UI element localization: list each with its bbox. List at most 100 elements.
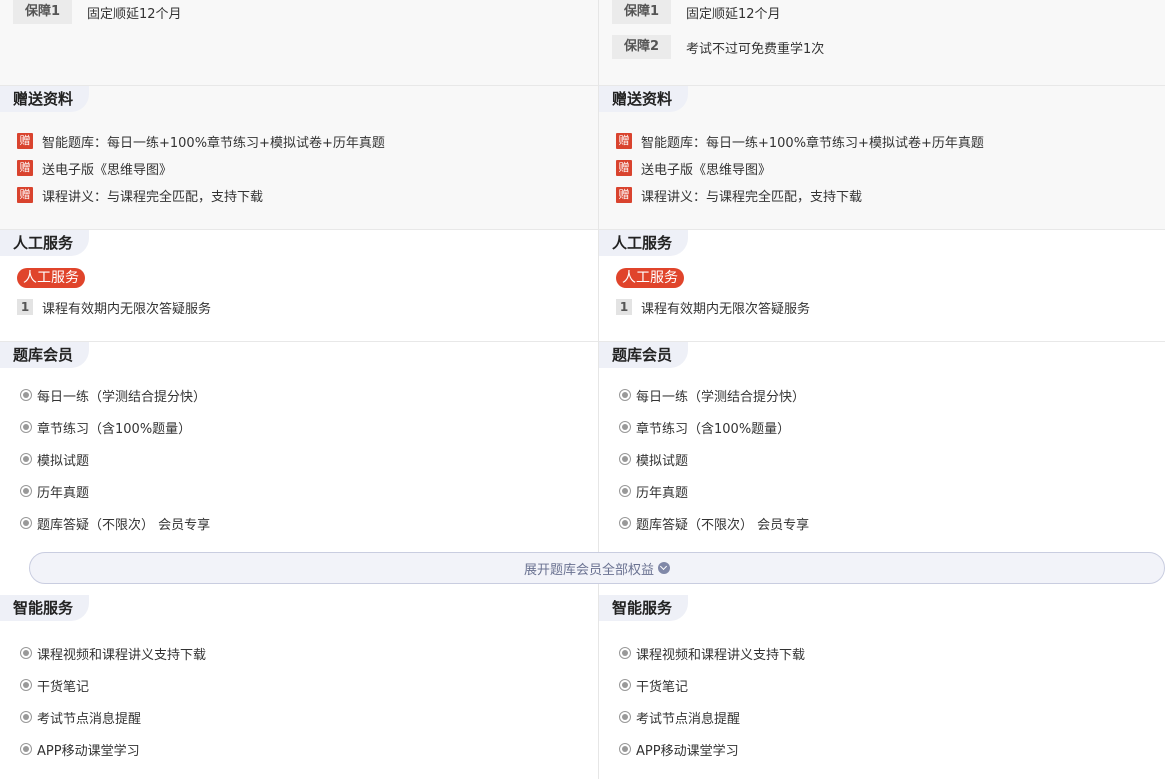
list-item-text: 课程视频和课程讲义支持下载 [636,647,806,663]
radio-dot-icon [20,453,32,465]
smart-service-section: 智能服务 课程视频和课程讲义支持下载 干货笔记 考试节点消息提醒 APP移动课堂… [0,595,598,779]
radio-dot-icon [20,485,32,497]
radio-dot-icon [20,517,32,529]
gift-item: 赠 送电子版《思维导图》 [17,159,173,178]
list-item: 章节练习（含100%题量） [20,418,192,437]
guarantee-section: 保障1 固定顺延12个月 保障2 考试不过可免费重学1次 [599,0,1165,86]
gift-item: 赠 智能题库：每日一练+100%章节练习+模拟试卷+历年真题 [17,132,385,151]
gift-icon: 赠 [616,187,632,203]
guarantee-text: 考试不过可免费重学1次 [686,41,825,57]
list-item-text: 章节练习（含100%题量） [636,421,791,437]
radio-dot-icon [619,453,631,465]
list-item-text: 题库答疑（不限次） 会员专享 [636,517,810,533]
gift-section: 赠送资料 赠 智能题库：每日一练+100%章节练习+模拟试卷+历年真题 赠 送电… [599,86,1165,230]
gift-text: 智能题库：每日一练+100%章节练习+模拟试卷+历年真题 [641,135,984,151]
gift-icon: 赠 [17,160,33,176]
radio-dot-icon [20,389,32,401]
radio-dot-icon [619,485,631,497]
section-title: 智能服务 [599,595,689,621]
smart-service-section: 智能服务 课程视频和课程讲义支持下载 干货笔记 考试节点消息提醒 APP移动课堂… [599,595,1165,779]
service-badge: 人工服务 [17,268,85,288]
list-item-text: 题库答疑（不限次） 会员专享 [37,517,211,533]
radio-dot-icon [20,679,32,691]
guarantee-tag: 保障2 [612,35,671,59]
list-item-text: 课程有效期内无限次答疑服务 [641,301,811,317]
gift-text: 课程讲义：与课程完全匹配，支持下载 [641,189,863,205]
guarantee-item: 保障2 考试不过可免费重学1次 [612,35,824,59]
list-item-text: 历年真题 [636,485,689,501]
radio-dot-icon [619,421,631,433]
list-item: 题库答疑（不限次） 会员专享 [619,514,810,533]
list-item-text: 模拟试题 [37,453,90,469]
radio-dot-icon [20,743,32,755]
list-item: 课程视频和课程讲义支持下载 [619,644,806,663]
compare-column-right: 保障1 固定顺延12个月 保障2 考试不过可免费重学1次 赠送资料 赠 智能题库… [599,0,1165,779]
gift-text: 送电子版《思维导图》 [42,162,173,178]
number-badge: 1 [17,299,33,315]
section-title: 人工服务 [599,230,689,256]
list-item: 章节练习（含100%题量） [619,418,791,437]
gift-item: 赠 课程讲义：与课程完全匹配，支持下载 [17,186,264,205]
list-item: 历年真题 [619,482,689,501]
list-item-text: 干货笔记 [636,679,689,695]
radio-dot-icon [619,647,631,659]
list-item: 考试节点消息提醒 [619,708,741,727]
guarantee-tag: 保障1 [612,0,671,24]
section-title: 赠送资料 [0,86,90,112]
radio-dot-icon [619,389,631,401]
expand-member-benefits-button[interactable]: 展开题库会员全部权益 [29,552,1165,584]
list-item-text: APP移动课堂学习 [636,743,739,759]
list-item-text: 每日一练（学测结合提分快） [37,389,207,405]
list-item-text: APP移动课堂学习 [37,743,140,759]
list-item-text: 章节练习（含100%题量） [37,421,192,437]
list-item: 模拟试题 [20,450,90,469]
guarantee-section: 保障1 固定顺延12个月 [0,0,598,86]
list-item: 历年真题 [20,482,90,501]
gift-item: 赠 智能题库：每日一练+100%章节练习+模拟试卷+历年真题 [616,132,984,151]
list-item: 模拟试题 [619,450,689,469]
gift-icon: 赠 [17,187,33,203]
list-item-text: 考试节点消息提醒 [636,711,741,727]
gift-text: 智能题库：每日一练+100%章节练习+模拟试卷+历年真题 [42,135,385,151]
gift-icon: 赠 [616,133,632,149]
radio-dot-icon [619,679,631,691]
list-item: 每日一练（学测结合提分快） [619,386,805,405]
manual-service-section: 人工服务 人工服务 1 课程有效期内无限次答疑服务 [599,230,1165,342]
list-item-text: 模拟试题 [636,453,689,469]
gift-section: 赠送资料 赠 智能题库：每日一练+100%章节练习+模拟试卷+历年真题 赠 送电… [0,86,598,230]
expand-button-label: 展开题库会员全部权益 [523,562,654,578]
radio-dot-icon [619,711,631,723]
radio-dot-icon [619,743,631,755]
guarantee-item: 保障1 固定顺延12个月 [13,0,182,24]
section-title: 题库会员 [0,342,90,368]
number-badge: 1 [616,299,632,315]
list-item: 课程视频和课程讲义支持下载 [20,644,207,663]
radio-dot-icon [20,647,32,659]
list-item-text: 课程有效期内无限次答疑服务 [42,301,212,317]
guarantee-tag: 保障1 [13,0,72,24]
list-item: 1 课程有效期内无限次答疑服务 [616,298,811,317]
list-item: 考试节点消息提醒 [20,708,142,727]
guarantee-item: 保障1 固定顺延12个月 [612,0,781,24]
guarantee-text: 固定顺延12个月 [686,6,781,22]
list-item: 每日一练（学测结合提分快） [20,386,207,405]
list-item: 干货笔记 [619,676,689,695]
list-item-text: 历年真题 [37,485,90,501]
radio-dot-icon [20,711,32,723]
list-item-text: 课程视频和课程讲义支持下载 [37,647,207,663]
gift-icon: 赠 [616,160,632,176]
gift-item: 赠 课程讲义：与课程完全匹配，支持下载 [616,186,863,205]
section-title: 智能服务 [0,595,90,621]
list-item: 干货笔记 [20,676,89,695]
radio-dot-icon [20,421,32,433]
list-item: 1 课程有效期内无限次答疑服务 [17,298,212,317]
list-item: APP移动课堂学习 [20,740,140,759]
gift-icon: 赠 [17,133,33,149]
gift-text: 课程讲义：与课程完全匹配，支持下载 [42,189,264,205]
manual-service-section: 人工服务 人工服务 1 课程有效期内无限次答疑服务 [0,230,598,342]
section-title: 题库会员 [599,342,689,368]
section-title: 人工服务 [0,230,90,256]
gift-item: 赠 送电子版《思维导图》 [616,159,771,178]
section-title: 赠送资料 [599,86,689,112]
list-item-text: 考试节点消息提醒 [37,711,142,727]
